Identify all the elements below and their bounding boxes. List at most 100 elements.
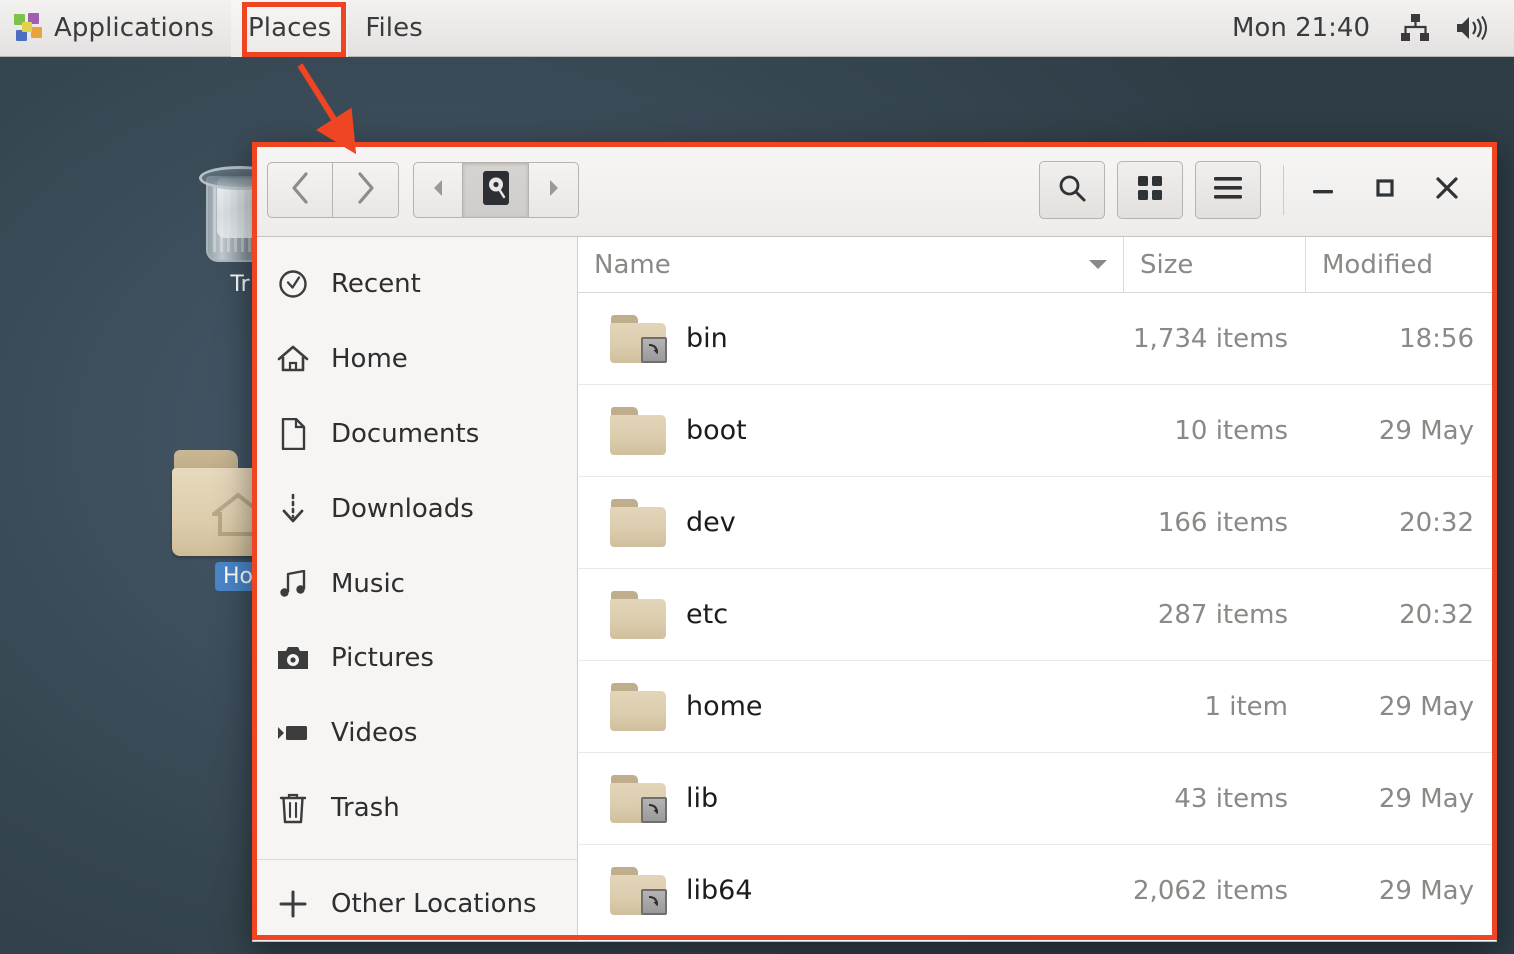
file-row[interactable]: dev 166 items 20:32: [578, 477, 1496, 569]
file-list-column-headers: Name Size Modified: [578, 237, 1496, 293]
path-breadcrumb-bar: [413, 161, 579, 218]
path-button-filesystem-root[interactable]: [463, 161, 529, 218]
file-row-name-cell: lib64: [578, 866, 1124, 915]
sidebar-item-recent-label: Recent: [331, 269, 421, 300]
sidebar-item-trash[interactable]: Trash: [253, 770, 577, 845]
file-name: boot: [686, 415, 747, 446]
search-button[interactable]: [1039, 160, 1105, 219]
network-tree-icon[interactable]: [1388, 14, 1442, 42]
main-menu-button[interactable]: [1195, 160, 1261, 219]
file-row[interactable]: bin 1,734 items 18:56: [578, 293, 1496, 385]
file-name: lib64: [686, 875, 753, 906]
file-row[interactable]: lib 43 items 29 May: [578, 753, 1496, 845]
file-row[interactable]: etc 287 items 20:32: [578, 569, 1496, 661]
clock[interactable]: Mon 21:40: [1214, 13, 1388, 43]
applications-pinwheel-icon: [13, 13, 43, 43]
path-next-button[interactable]: [529, 161, 579, 218]
file-size: 10 items: [1174, 415, 1288, 446]
file-name: bin: [686, 323, 728, 354]
file-list-rows: bin 1,734 items 18:56 boot 10 items 29 May dev…: [578, 293, 1496, 941]
file-modified: 29 May: [1378, 875, 1474, 906]
file-name: dev: [686, 507, 736, 538]
hamburger-menu-icon: [1213, 176, 1243, 204]
chevron-left-icon: [289, 171, 311, 209]
plus-icon: [277, 888, 309, 920]
column-header-modified[interactable]: Modified: [1306, 237, 1496, 292]
file-size: 43 items: [1174, 783, 1288, 814]
sidebar-item-pictures[interactable]: Pictures: [253, 621, 577, 696]
sidebar-item-videos[interactable]: Videos: [253, 696, 577, 771]
path-previous-button[interactable]: [413, 161, 463, 218]
forward-button[interactable]: [333, 161, 399, 218]
sidebar-item-documents[interactable]: Documents: [253, 397, 577, 472]
trash-bin-icon: [277, 792, 309, 824]
sidebar-separator: [253, 859, 577, 861]
places-menu[interactable]: Places: [231, 0, 349, 57]
sidebar-item-other-locations-label: Other Locations: [331, 888, 537, 919]
chevron-right-icon: [355, 171, 377, 209]
folder-icon: [610, 498, 668, 547]
folder-symlink-icon: [610, 866, 668, 915]
folder-symlink-icon: [610, 774, 668, 823]
sidebar-item-downloads[interactable]: Downloads: [253, 471, 577, 546]
file-row-name-cell: bin: [578, 314, 1124, 363]
sidebar-item-music-label: Music: [331, 568, 405, 599]
volume-speaker-icon[interactable]: [1442, 13, 1500, 43]
file-name: etc: [686, 599, 729, 630]
column-header-name-label: Name: [594, 249, 671, 280]
folder-icon: [610, 682, 668, 731]
file-modified: 18:56: [1399, 323, 1474, 354]
file-name: home: [686, 691, 763, 722]
sidebar-item-recent[interactable]: Recent: [253, 247, 577, 322]
top-panel: Applications Places Files Mon 21:40: [0, 0, 1514, 57]
hard-drive-icon: [482, 170, 510, 210]
column-header-name[interactable]: Name: [578, 237, 1124, 292]
minimize-button[interactable]: [1292, 161, 1354, 219]
file-size: 166 items: [1157, 507, 1288, 538]
file-modified: 20:32: [1399, 599, 1474, 630]
file-row[interactable]: boot 10 items 29 May: [578, 385, 1496, 477]
video-camera-icon: [277, 717, 309, 749]
sidebar-item-downloads-label: Downloads: [331, 493, 474, 524]
clock-icon: [277, 268, 309, 300]
applications-label: Applications: [54, 13, 215, 43]
file-modified: 29 May: [1378, 691, 1474, 722]
folder-icon: [610, 406, 668, 455]
applications-menu[interactable]: Applications: [0, 0, 231, 57]
sidebar-item-trash-label: Trash: [331, 792, 400, 823]
sort-descending-icon: [1089, 260, 1107, 269]
annotation-arrow: [297, 63, 357, 155]
file-row[interactable]: lib64 2,062 items 29 May: [578, 845, 1496, 937]
headerbar-separator: [1283, 164, 1284, 215]
sidebar-item-home[interactable]: Home: [253, 322, 577, 397]
sidebar-item-music[interactable]: Music: [253, 546, 577, 621]
folder-symlink-icon: [610, 314, 668, 363]
sidebar-item-documents-label: Documents: [331, 418, 480, 449]
minimize-icon: [1311, 180, 1335, 199]
grid-view-icon: [1137, 175, 1163, 205]
music-note-icon: [277, 568, 309, 600]
file-manager-body: Recent Home Documents Downloads Music Pi…: [253, 237, 1496, 941]
file-size: 2,062 items: [1133, 875, 1288, 906]
sidebar-item-pictures-label: Pictures: [331, 643, 434, 674]
back-button[interactable]: [267, 161, 333, 218]
file-modified: 29 May: [1378, 783, 1474, 814]
triangle-right-icon: [547, 179, 561, 201]
file-size: 287 items: [1157, 599, 1288, 630]
column-header-size[interactable]: Size: [1124, 237, 1306, 292]
file-row-name-cell: lib: [578, 774, 1124, 823]
sidebar-item-other-locations[interactable]: Other Locations: [253, 866, 577, 941]
file-row[interactable]: home 1 item 29 May: [578, 661, 1496, 753]
navigation-buttons: [267, 161, 399, 218]
file-modified: 20:32: [1399, 507, 1474, 538]
file-row-name-cell: boot: [578, 406, 1124, 455]
view-grid-button[interactable]: [1117, 160, 1183, 219]
file-size: 1,734 items: [1133, 323, 1288, 354]
file-row-name-cell: home: [578, 682, 1124, 731]
close-button[interactable]: [1416, 161, 1478, 219]
maximize-icon: [1374, 177, 1396, 203]
column-header-size-label: Size: [1140, 249, 1194, 280]
maximize-button[interactable]: [1354, 161, 1416, 219]
files-window-menu[interactable]: Files: [348, 0, 440, 57]
download-arrow-icon: [277, 493, 309, 525]
